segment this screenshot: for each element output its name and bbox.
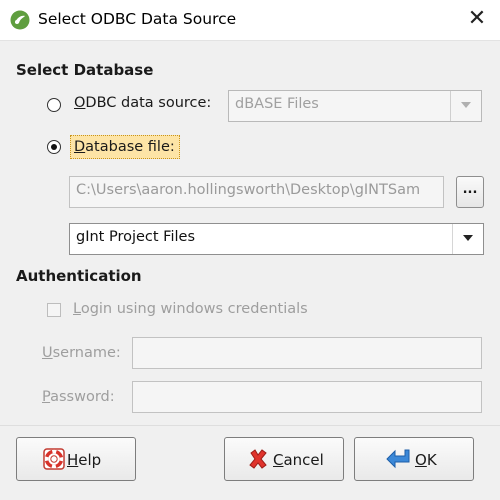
odbc-mnemonic: O: [74, 95, 86, 111]
login-label-text: ogin using windows credentials: [80, 301, 308, 317]
file-path-value: C:\Users\aaron.hollingsworth\Desktop\gIN…: [76, 182, 421, 198]
cancel-label: ancel: [283, 451, 324, 469]
window-title: Select ODBC Data Source: [38, 10, 237, 28]
ok-label: K: [426, 451, 437, 469]
enter-arrow-icon: [386, 449, 410, 469]
browse-button[interactable]: ...: [456, 176, 484, 208]
login-mnemonic: L: [73, 301, 81, 317]
password-label: Password:: [42, 389, 115, 405]
file-type-value: gInt Project Files: [76, 229, 196, 245]
app-logo-icon: [10, 10, 30, 30]
odbc-data-source-label[interactable]: ODBC data source:: [74, 95, 211, 111]
username-field[interactable]: [132, 337, 482, 369]
chevron-down-icon: [461, 102, 471, 108]
database-file-label[interactable]: Database file:: [70, 135, 180, 159]
odbc-combo-value: dBASE Files: [235, 96, 319, 112]
password-label-text: assword:: [50, 389, 115, 405]
help-button[interactable]: Help: [16, 437, 136, 481]
help-label: elp: [78, 451, 102, 469]
odbc-combo-dropdown-button[interactable]: [450, 91, 481, 121]
windows-credentials-checkbox[interactable]: [47, 303, 61, 317]
password-field[interactable]: [132, 381, 482, 413]
title-bar: Select ODBC Data Source ✕: [0, 0, 500, 41]
button-bar-divider: [0, 425, 500, 426]
username-mnemonic: U: [42, 345, 53, 361]
database-file-label-text: atabase file:: [85, 139, 175, 155]
username-label-text: sername:: [52, 345, 121, 361]
windows-credentials-label[interactable]: Login using windows credentials: [73, 301, 308, 317]
database-file-radio[interactable]: [47, 140, 61, 154]
lifebuoy-icon: [43, 448, 65, 470]
ok-button[interactable]: OK: [354, 437, 474, 481]
username-label: Username:: [42, 345, 121, 361]
red-x-icon: [249, 449, 267, 469]
file-type-dropdown-button[interactable]: [452, 224, 483, 254]
close-button[interactable]: ✕: [464, 6, 490, 32]
file-type-combo[interactable]: gInt Project Files: [69, 223, 484, 255]
ok-mnemonic: O: [415, 451, 427, 469]
odbc-label-text: DBC data source:: [85, 95, 212, 111]
cancel-button[interactable]: Cancel: [224, 437, 344, 481]
password-mnemonic: P: [42, 389, 51, 405]
select-database-heading: Select Database: [16, 61, 154, 79]
cancel-mnemonic: C: [273, 451, 284, 469]
help-mnemonic: H: [67, 451, 79, 469]
database-file-path-field[interactable]: C:\Users\aaron.hollingsworth\Desktop\gIN…: [69, 176, 444, 208]
chevron-down-icon: [463, 235, 473, 241]
authentication-heading: Authentication: [16, 267, 142, 285]
odbc-data-source-combo[interactable]: dBASE Files: [228, 90, 482, 122]
odbc-data-source-radio[interactable]: [47, 98, 61, 112]
database-file-mnemonic: D: [74, 139, 86, 155]
